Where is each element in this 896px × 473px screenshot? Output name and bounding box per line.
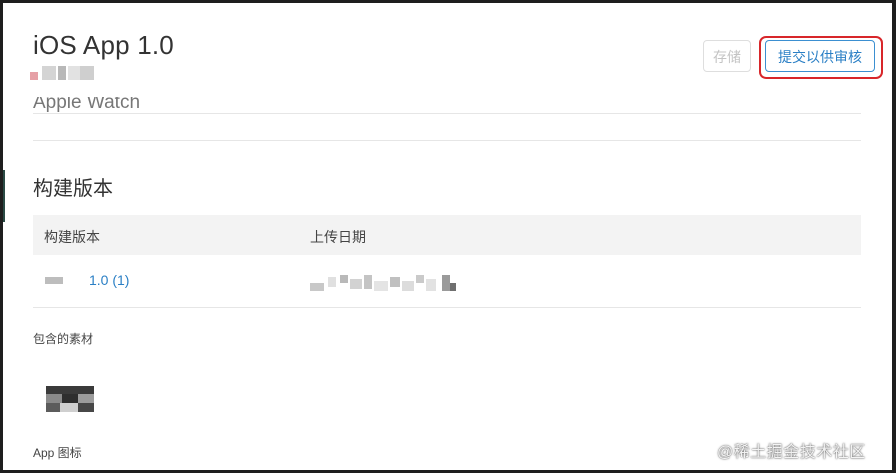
builds-table-header: 构建版本 上传日期: [33, 215, 861, 255]
column-header-build: 构建版本: [44, 229, 100, 245]
build-number-link[interactable]: 1.0 (1): [89, 272, 129, 288]
app-icon-thumbnail: [46, 386, 94, 412]
section-title-builds: 构建版本: [33, 178, 113, 200]
submit-for-review-button[interactable]: 提交以供审核: [765, 40, 875, 72]
redacted-build-icon: [45, 277, 63, 284]
redacted-subtitle: [30, 66, 96, 80]
scrolled-section-label: Apple Watch: [33, 97, 173, 113]
scrolled-section-text: Apple Watch: [33, 97, 141, 113]
window-edge-accent: [3, 170, 5, 222]
save-button[interactable]: 存储: [703, 40, 751, 72]
redacted-upload-date: [310, 275, 456, 291]
column-header-upload-date: 上传日期: [310, 229, 366, 245]
included-assets-label: 包含的素材: [33, 332, 94, 346]
table-row[interactable]: 1.0 (1): [33, 255, 861, 308]
divider: [33, 113, 861, 114]
page-title: iOS App 1.0: [33, 30, 174, 60]
app-icon-label: App 图标: [33, 446, 82, 460]
divider: [33, 140, 861, 141]
watermark: @稀土掘金技术社区: [717, 444, 866, 461]
